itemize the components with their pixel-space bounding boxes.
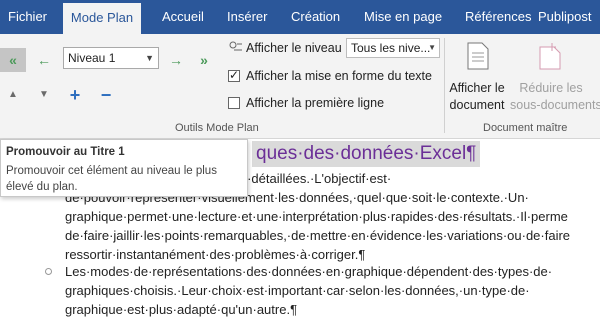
document-heading[interactable]: ques·des·données·Excel¶ bbox=[252, 141, 481, 167]
ribbon-tab-bar: Fichier Mode Plan Accueil Insérer Créati… bbox=[0, 0, 600, 34]
outline-level-select[interactable]: Niveau 1 ▼ bbox=[63, 47, 159, 69]
show-formatting-checkbox[interactable] bbox=[228, 68, 240, 82]
tab-creation[interactable]: Création bbox=[291, 0, 340, 34]
show-document-line1: Afficher le bbox=[449, 81, 505, 95]
tab-inserer[interactable]: Insérer bbox=[227, 0, 267, 34]
demote-to-body-button[interactable]: » bbox=[193, 49, 215, 71]
document-icon bbox=[466, 42, 490, 70]
collapse-subdocuments-line2: sous-documents bbox=[510, 98, 600, 112]
chevron-down-icon: ▼ bbox=[428, 43, 436, 52]
document-line-3[interactable]: graphique·permet·une·lecture·et·une·inte… bbox=[65, 209, 568, 224]
show-document-button[interactable]: Afficher le document bbox=[448, 80, 506, 114]
arrow-right-icon: → bbox=[169, 52, 183, 68]
tab-references[interactable]: Références bbox=[465, 0, 531, 34]
show-document-line2: document bbox=[449, 98, 505, 112]
chevron-down-icon: ▼ bbox=[145, 53, 154, 63]
promote-button[interactable]: ← bbox=[33, 49, 55, 71]
show-level-icon bbox=[228, 40, 242, 54]
move-up-button[interactable]: ▲ bbox=[2, 84, 24, 106]
show-formatting-label: Afficher la mise en forme du texte bbox=[246, 69, 432, 83]
tab-mode-plan[interactable]: Mode Plan bbox=[63, 3, 141, 34]
document-line-6[interactable]: Les·modes·de·représentations·des·données… bbox=[65, 264, 552, 279]
group-divider bbox=[444, 38, 445, 133]
expand-button[interactable]: + bbox=[64, 84, 86, 106]
ribbon-mode-plan: « ← Niveau 1 ▼ → » ▲ ▼ + − Afficher le n… bbox=[0, 34, 600, 139]
tab-publipostage[interactable]: Publipost bbox=[538, 0, 591, 34]
show-level-value: Tous les nive... bbox=[351, 41, 431, 55]
triangle-down-icon: ▼ bbox=[39, 89, 49, 100]
document-line-7[interactable]: graphiques·choisis.·Leur·choix·est·impor… bbox=[65, 283, 530, 298]
tab-accueil[interactable]: Accueil bbox=[162, 0, 204, 34]
show-level-label: Afficher le niveau : bbox=[246, 41, 349, 55]
double-arrow-right-icon: » bbox=[200, 52, 208, 68]
plus-icon: + bbox=[69, 85, 81, 105]
tab-mise-en-page[interactable]: Mise en page bbox=[364, 0, 442, 34]
arrow-left-icon: ← bbox=[37, 52, 51, 68]
outline-bullet[interactable] bbox=[45, 268, 52, 275]
collapse-subdocuments-button[interactable]: Réduire les sous-documents bbox=[510, 80, 600, 114]
collapse-button[interactable]: − bbox=[95, 84, 117, 106]
first-line-only-checkbox[interactable] bbox=[228, 97, 240, 109]
document-line-5[interactable]: ressortir·instantanément·des·problèmes·à… bbox=[65, 247, 365, 262]
collapse-subdocuments-icon bbox=[538, 42, 562, 70]
demote-button[interactable]: → bbox=[165, 49, 187, 71]
tooltip-title: Promouvoir au Titre 1 bbox=[6, 146, 125, 158]
move-down-button[interactable]: ▼ bbox=[33, 84, 55, 106]
group-label-outline-tools: Outils Mode Plan bbox=[175, 122, 259, 134]
tooltip: Promouvoir au Titre 1 Promouvoir cet élé… bbox=[0, 139, 248, 197]
document-line-4[interactable]: de·faire·jaillir·les·points·remarquables… bbox=[65, 228, 570, 243]
group-label-master-document: Document maître bbox=[483, 122, 568, 134]
triangle-up-icon: ▲ bbox=[8, 89, 18, 100]
show-level-select[interactable]: Tous les nive... ▼ bbox=[346, 38, 440, 58]
outline-level-value: Niveau 1 bbox=[68, 51, 116, 65]
double-arrow-left-icon: « bbox=[9, 52, 17, 68]
first-line-only-label: Afficher la première ligne bbox=[246, 96, 385, 110]
tooltip-description: Promouvoir cet élément au niveau le plus… bbox=[6, 165, 217, 193]
minus-icon: − bbox=[100, 85, 112, 105]
tab-fichier[interactable]: Fichier bbox=[8, 0, 47, 34]
collapse-subdocuments-line1: Réduire les bbox=[519, 81, 583, 95]
promote-to-heading1-button[interactable]: « bbox=[2, 49, 24, 71]
